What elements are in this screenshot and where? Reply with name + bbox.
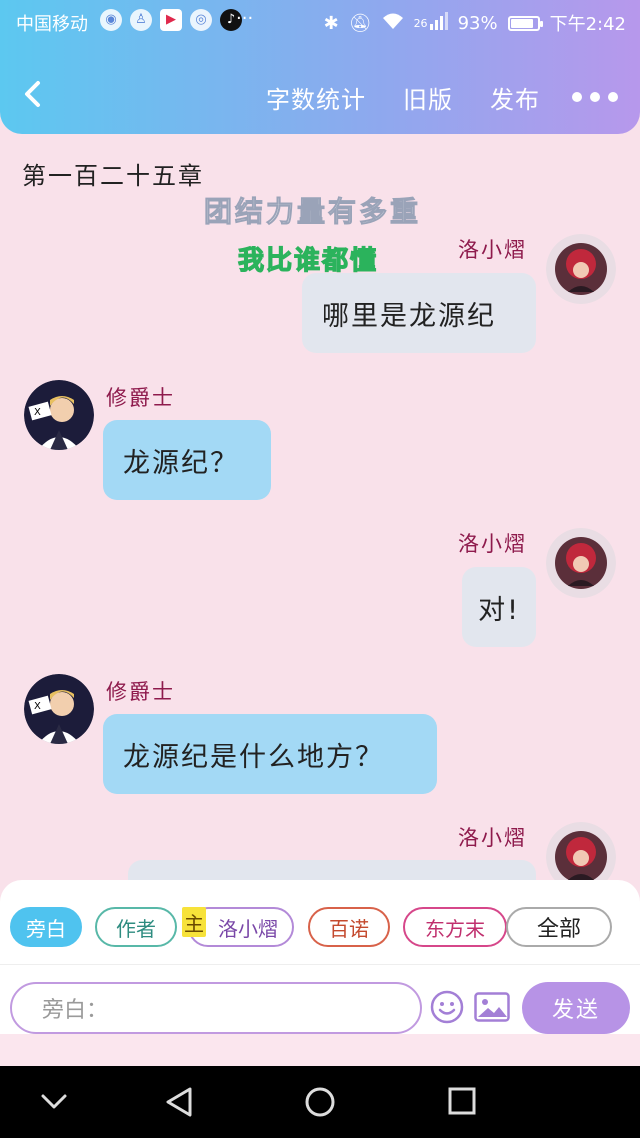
decoration-text: 团结力量有多重	[203, 195, 422, 229]
message-bubble[interactable]: 对!	[462, 567, 536, 647]
signal-icon	[429, 11, 448, 35]
header: 中国移动 ◉ ♙ ▶ ◎ ♪ ··· ✱ 🔕︎ 26 93% 下午2:42 字数…	[0, 0, 640, 134]
role-chip-author[interactable]: 作者	[95, 907, 177, 947]
speaker-name: 修爵士	[106, 680, 175, 704]
avatar-luo[interactable]	[546, 528, 616, 598]
panel-bottom-strip	[0, 1034, 640, 1066]
battery-fill	[510, 18, 533, 28]
role-chip-all[interactable]: 全部	[506, 907, 612, 947]
emoji-icon[interactable]	[430, 990, 464, 1024]
browser-icon: ◎	[190, 9, 212, 31]
speaker-name: 洛小熠	[458, 238, 527, 262]
dot	[590, 92, 600, 102]
word-count-button[interactable]: 字数统计	[266, 80, 366, 115]
back-button[interactable]	[18, 78, 50, 110]
youku-icon: ▶	[160, 9, 182, 31]
main-character-badge: 主	[182, 907, 206, 937]
app-bar: 字数统计 旧版 发布	[0, 66, 640, 126]
wifi-icon	[382, 12, 404, 35]
system-nav-bar	[0, 1066, 640, 1138]
system-status: ✱ 🔕︎ 26 93% 下午2:42	[324, 10, 626, 36]
role-chip-dongfangmo[interactable]: 东方末	[403, 907, 507, 947]
recents-nav-icon[interactable]	[448, 1086, 476, 1116]
speaker-name: 修爵士	[106, 386, 175, 410]
battery-icon	[507, 15, 543, 31]
mute-icon: 🔕︎	[348, 12, 372, 34]
back-nav-icon[interactable]	[164, 1086, 194, 1118]
message-input[interactable]: 旁白：	[10, 982, 422, 1034]
notification-icons: ◉ ♙ ▶ ◎ ♪	[100, 9, 242, 31]
chevron-left-icon	[25, 81, 40, 107]
chapter-title: 第一百二十五章	[22, 162, 204, 190]
svg-text:X: X	[34, 701, 41, 712]
status-bar: 中国移动 ◉ ♙ ▶ ◎ ♪ ··· ✱ 🔕︎ 26 93% 下午2:42	[0, 0, 640, 44]
globe-icon: ◉	[100, 9, 122, 31]
home-nav-icon[interactable]	[304, 1086, 336, 1118]
dot	[608, 92, 618, 102]
role-chip-bainuo[interactable]: 百诺	[308, 907, 390, 947]
publish-button[interactable]: 发布	[490, 80, 540, 115]
avatar-luo[interactable]	[546, 234, 616, 304]
role-chip-narration[interactable]: 旁白	[10, 907, 82, 947]
speaker-name: 洛小熠	[458, 826, 527, 850]
send-button[interactable]: 发送	[522, 982, 630, 1034]
network-type: 26	[413, 16, 428, 30]
divider	[0, 964, 640, 965]
more-options-button[interactable]	[572, 92, 618, 102]
avatar-xiu[interactable]: X	[24, 380, 94, 450]
more-notifications-icon: ···	[236, 8, 254, 29]
input-placeholder: 旁白：	[42, 998, 109, 1023]
battery-percent: 93%	[457, 12, 498, 34]
carrier-label: 中国移动	[16, 14, 88, 35]
svg-text:X: X	[34, 407, 41, 418]
message-bubble[interactable]: 龙源纪？	[103, 420, 271, 500]
dot	[572, 92, 582, 102]
avatar-xiu[interactable]: X	[24, 674, 94, 744]
decoration-text: 我比谁都懂	[237, 245, 379, 276]
message-bubble[interactable]: 龙源纪是什么地方？	[103, 714, 437, 794]
qq-icon: ♙	[130, 9, 152, 31]
old-version-button[interactable]: 旧版	[403, 80, 453, 115]
speaker-name: 洛小熠	[458, 532, 527, 556]
clock: 下午2:42	[549, 14, 626, 35]
image-icon[interactable]	[474, 992, 510, 1022]
message-bubble[interactable]: 哪里是龙源纪	[302, 273, 536, 353]
hide-keyboard-icon[interactable]	[40, 1092, 68, 1112]
bluetooth-icon: ✱	[323, 12, 339, 34]
